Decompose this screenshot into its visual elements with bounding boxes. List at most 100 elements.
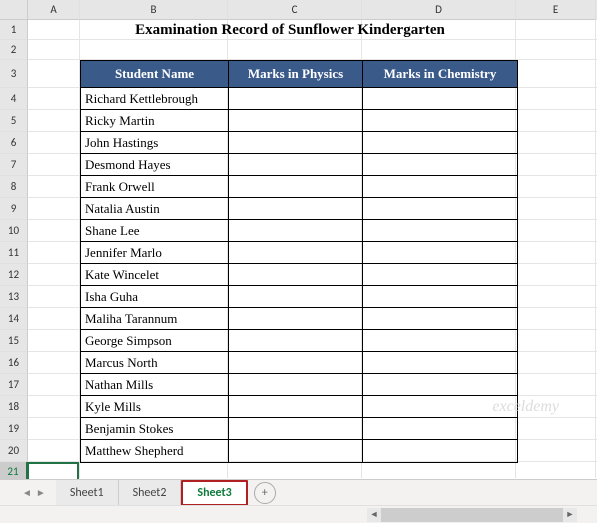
row-header-3[interactable]: 3 xyxy=(0,60,28,88)
row-header-10[interactable]: 10 xyxy=(0,220,28,242)
sheet-cells[interactable]: Examination Record of Sunflower Kinderga… xyxy=(28,20,597,478)
cell-marks-physics[interactable] xyxy=(229,110,363,131)
cell-marks-physics[interactable] xyxy=(229,286,363,307)
cell-student-name[interactable]: John Hastings xyxy=(81,132,229,153)
row-header-12[interactable]: 12 xyxy=(0,264,28,286)
cell-marks-chemistry[interactable] xyxy=(363,352,517,373)
row-header-7[interactable]: 7 xyxy=(0,154,28,176)
tab-nav-prev-icon[interactable]: ◄ xyxy=(22,486,32,499)
cell-marks-chemistry[interactable] xyxy=(363,286,517,307)
cell-student-name[interactable]: Natalia Austin xyxy=(81,198,229,219)
cell-marks-chemistry[interactable] xyxy=(363,418,517,439)
scroll-track[interactable]: ◄ ► xyxy=(367,508,577,522)
cell-marks-physics[interactable] xyxy=(229,418,363,439)
cell-student-name[interactable]: Nathan Mills xyxy=(81,374,229,395)
cell-student-name[interactable]: Richard Kettlebrough xyxy=(81,88,229,109)
select-all-corner[interactable] xyxy=(0,0,28,20)
cell-student-name[interactable]: Marcus North xyxy=(81,352,229,373)
table-row: Natalia Austin xyxy=(81,198,517,220)
cell-marks-chemistry[interactable] xyxy=(363,110,517,131)
row-header-1[interactable]: 1 xyxy=(0,20,28,40)
cell-marks-chemistry[interactable] xyxy=(363,154,517,175)
cell-marks-chemistry[interactable] xyxy=(363,88,517,109)
col-header-d[interactable]: D xyxy=(362,0,516,20)
cell-marks-physics[interactable] xyxy=(229,176,363,197)
cell-marks-chemistry[interactable] xyxy=(363,308,517,329)
row-header-20[interactable]: 20 xyxy=(0,440,28,462)
col-header-c[interactable]: C xyxy=(228,0,362,20)
row-header-17[interactable]: 17 xyxy=(0,374,28,396)
cell-marks-chemistry[interactable] xyxy=(363,220,517,241)
add-sheet-button[interactable]: + xyxy=(254,482,276,504)
cell-student-name[interactable]: Isha Guha xyxy=(81,286,229,307)
row-header-13[interactable]: 13 xyxy=(0,286,28,308)
cell-marks-physics[interactable] xyxy=(229,352,363,373)
row-header-16[interactable]: 16 xyxy=(0,352,28,374)
cell-student-name[interactable]: Kyle Mills xyxy=(81,396,229,417)
row-header-19[interactable]: 19 xyxy=(0,418,28,440)
cell-marks-chemistry[interactable] xyxy=(363,330,517,351)
cell-student-name[interactable]: Ricky Martin xyxy=(81,110,229,131)
tab-nav-next-icon[interactable]: ► xyxy=(36,486,46,499)
row-header-11[interactable]: 11 xyxy=(0,242,28,264)
header-student-name[interactable]: Student Name xyxy=(81,61,229,87)
table-row: Richard Kettlebrough xyxy=(81,88,517,110)
cell-marks-chemistry[interactable] xyxy=(363,264,517,285)
header-marks-chemistry[interactable]: Marks in Chemistry xyxy=(363,61,517,87)
scroll-left-icon[interactable]: ◄ xyxy=(367,508,381,522)
row-header-9[interactable]: 9 xyxy=(0,198,28,220)
cell-student-name[interactable]: Shane Lee xyxy=(81,220,229,241)
cell-marks-chemistry[interactable] xyxy=(363,242,517,263)
col-header-e[interactable]: E xyxy=(516,0,596,20)
cell-marks-physics[interactable] xyxy=(229,154,363,175)
cell-student-name[interactable]: Benjamin Stokes xyxy=(81,418,229,439)
header-marks-physics[interactable]: Marks in Physics xyxy=(229,61,363,87)
row-header-5[interactable]: 5 xyxy=(0,110,28,132)
cell-marks-physics[interactable] xyxy=(229,132,363,153)
cell-student-name[interactable]: Desmond Hayes xyxy=(81,154,229,175)
cell-student-name[interactable]: Kate Wincelet xyxy=(81,264,229,285)
row-header-14[interactable]: 14 xyxy=(0,308,28,330)
cell-student-name[interactable]: Jennifer Marlo xyxy=(81,242,229,263)
cell-marks-chemistry[interactable] xyxy=(363,176,517,197)
row-header-4[interactable]: 4 xyxy=(0,88,28,110)
cell-student-name[interactable]: Frank Orwell xyxy=(81,176,229,197)
cell-marks-physics[interactable] xyxy=(229,330,363,351)
cell-student-name[interactable]: Maliha Tarannum xyxy=(81,308,229,329)
cell-marks-physics[interactable] xyxy=(229,220,363,241)
cell-marks-physics[interactable] xyxy=(229,264,363,285)
cell-marks-physics[interactable] xyxy=(229,88,363,109)
cell-student-name[interactable]: Matthew Shepherd xyxy=(81,440,229,462)
spreadsheet-grid: 12345678910111213141516171819202122 A B … xyxy=(0,0,597,478)
scroll-thumb[interactable] xyxy=(381,508,563,522)
col-header-b[interactable]: B xyxy=(80,0,228,20)
table-row: Kate Wincelet xyxy=(81,264,517,286)
cell-marks-chemistry[interactable] xyxy=(363,396,517,417)
tab-sheet3[interactable]: Sheet3 xyxy=(181,480,247,506)
row-header-8[interactable]: 8 xyxy=(0,176,28,198)
col-header-a[interactable]: A xyxy=(28,0,80,20)
table-row: Marcus North xyxy=(81,352,517,374)
cell-marks-physics[interactable] xyxy=(229,308,363,329)
tab-sheet2[interactable]: Sheet2 xyxy=(119,480,182,506)
cell-marks-chemistry[interactable] xyxy=(363,132,517,153)
cell-student-name[interactable]: George Simpson xyxy=(81,330,229,351)
cell-marks-physics[interactable] xyxy=(229,440,363,462)
row-header-6[interactable]: 6 xyxy=(0,132,28,154)
table-row: Desmond Hayes xyxy=(81,154,517,176)
table-row: Frank Orwell xyxy=(81,176,517,198)
row-header-18[interactable]: 18 xyxy=(0,396,28,418)
cell-marks-physics[interactable] xyxy=(229,242,363,263)
cell-marks-physics[interactable] xyxy=(229,198,363,219)
title-cell[interactable]: Examination Record of Sunflower Kinderga… xyxy=(80,20,500,40)
cell-marks-chemistry[interactable] xyxy=(363,440,517,462)
cell-marks-physics[interactable] xyxy=(229,374,363,395)
cell-marks-chemistry[interactable] xyxy=(363,198,517,219)
row-header-15[interactable]: 15 xyxy=(0,330,28,352)
sheet-tabs-bar: ◄ ► Sheet1Sheet2Sheet3 + xyxy=(0,479,597,505)
cell-marks-physics[interactable] xyxy=(229,396,363,417)
cell-marks-chemistry[interactable] xyxy=(363,374,517,395)
row-header-2[interactable]: 2 xyxy=(0,40,28,60)
tab-sheet1[interactable]: Sheet1 xyxy=(56,480,119,506)
scroll-right-icon[interactable]: ► xyxy=(563,508,577,522)
